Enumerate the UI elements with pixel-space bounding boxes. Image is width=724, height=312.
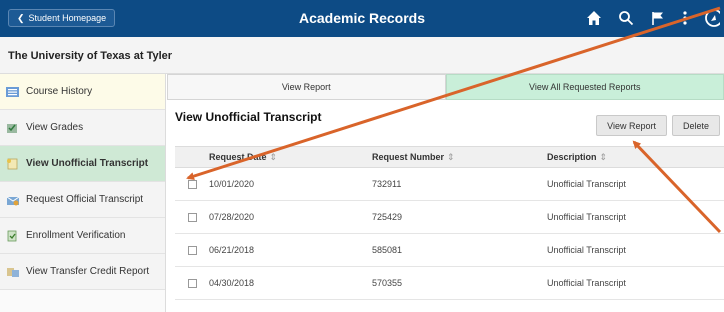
row-select [175,212,209,222]
table-row[interactable]: 10/01/2020 732911 Unofficial Transcript [175,168,724,201]
institution-name: The University of Texas at Tyler [8,50,173,62]
request-date: 07/28/2020 [209,212,255,222]
sidebar-item-request-official-transcript[interactable]: Request Official Transcript [0,182,165,218]
sidebar-item-label: Enrollment Verification [26,230,126,241]
transfer-icon [7,267,19,277]
request-description: Unofficial Transcript [547,179,626,189]
main-content: View Report View All Requested Reports V… [167,74,724,312]
flag-icon[interactable] [650,10,666,26]
action-buttons: View Report Delete [596,115,720,136]
sort-icon: ⇕ [599,151,608,162]
sidebar-item-label: View Transfer Credit Report [26,266,150,277]
sidebar-item-label: View Unofficial Transcript [26,158,149,169]
table-row[interactable]: 04/30/2018 570355 Unofficial Transcript [175,267,724,300]
column-header-request-number[interactable]: Request Number ⇕ [372,152,547,163]
requests-table: Request Date ⇕ Request Number ⇕ Descriptio… [175,146,724,300]
sidebar-item-enrollment-verification[interactable]: Enrollment Verification [0,218,165,254]
home-icon[interactable] [586,10,602,26]
row-checkbox[interactable] [187,278,197,288]
more-icon[interactable] [682,10,688,26]
table-row[interactable]: 07/28/2020 725429 Unofficial Transcript [175,201,724,234]
column-header-label: Request Date [209,151,267,162]
transcript-icon [7,158,18,169]
navbar-icon[interactable] [704,8,720,28]
row-checkbox[interactable] [187,179,197,189]
top-header-bar: ❮ Student Homepage Academic Records [0,0,724,37]
request-number: 732911 [372,179,402,189]
column-header-request-date[interactable]: Request Date ⇕ [209,152,372,163]
column-header-label: Request Number [372,151,445,162]
sidebar-item-label: View Grades [26,122,84,133]
course-history-icon [6,86,19,97]
request-icon [6,196,20,205]
sidebar: Course History View Grades View Unoffici… [0,74,166,312]
request-description: Unofficial Transcript [547,278,626,288]
request-number: 570355 [372,278,403,288]
row-select [175,278,209,288]
sidebar-item-view-grades[interactable]: View Grades [0,110,165,146]
tab-view-all-requested-reports[interactable]: View All Requested Reports [445,74,724,100]
table-row[interactable]: 06/21/2018 585081 Unofficial Transcript [175,234,724,267]
sidebar-item-label: Request Official Transcript [26,194,144,205]
request-description: Unofficial Transcript [547,212,626,222]
institution-bar: The University of Texas at Tyler [0,37,724,74]
view-report-button[interactable]: View Report [596,115,667,136]
row-checkbox[interactable] [187,212,197,222]
page-title: View Unofficial Transcript [175,110,322,124]
search-icon[interactable] [618,10,634,26]
grades-icon [7,123,17,133]
request-date: 04/30/2018 [209,278,255,288]
sidebar-item-view-unofficial-transcript[interactable]: View Unofficial Transcript [0,146,165,182]
sidebar-item-view-transfer-credit-report[interactable]: View Transfer Credit Report [0,254,165,290]
row-select [175,245,209,255]
sidebar-item-label: Course History [26,86,93,97]
row-checkbox[interactable] [187,245,197,255]
request-number: 585081 [372,245,403,255]
tab-view-report[interactable]: View Report [167,74,446,100]
sort-icon: ⇕ [447,151,455,162]
table-header: Request Date ⇕ Request Number ⇕ Descriptio… [175,146,724,168]
sort-icon: ⇕ [269,151,278,162]
sidebar-item-course-history[interactable]: Course History [0,74,165,110]
verification-icon [7,230,17,241]
request-date: 06/21/2018 [209,245,255,255]
header-icon-group [586,8,724,28]
column-header-description[interactable]: Description ⇕ [547,152,724,163]
request-description: Unofficial Transcript [547,245,626,255]
row-select [175,179,209,189]
delete-button[interactable]: Delete [671,115,720,136]
column-header-label: Description [547,151,597,162]
report-tabs: View Report View All Requested Reports [167,74,724,100]
request-date: 10/01/2020 [209,179,255,189]
request-number: 725429 [372,212,403,222]
